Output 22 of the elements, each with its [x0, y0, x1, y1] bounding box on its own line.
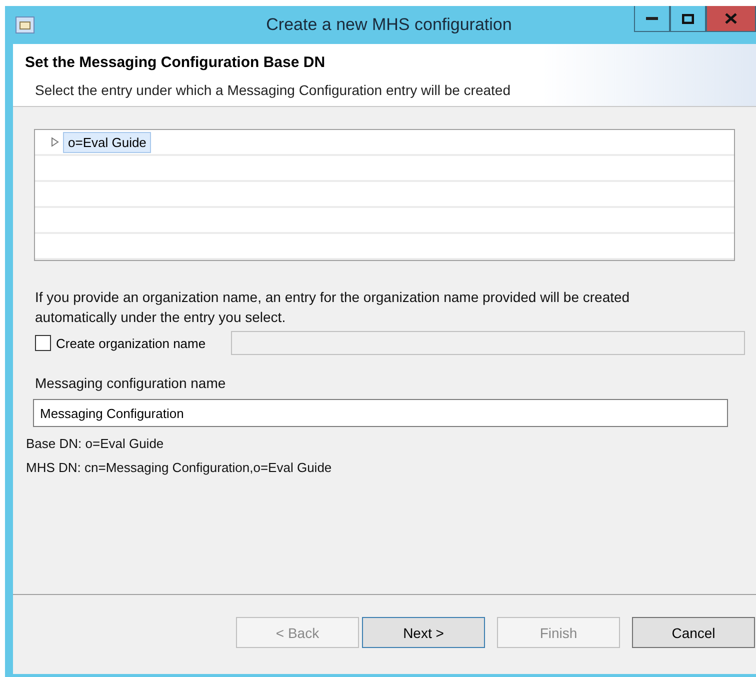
close-icon: [725, 13, 737, 24]
expand-arrow-icon[interactable]: [51, 137, 59, 147]
mhs-dn-text: MHS DN: cn=Messaging Configuration,o=Eval Guide: [26, 460, 333, 475]
close-button[interactable]: [706, 6, 756, 32]
app-icon: [15, 16, 35, 34]
wizard-button[interactable]: Cancel: [632, 617, 755, 648]
maximize-button[interactable]: [670, 6, 706, 32]
checkbox-label[interactable]: Create organization name: [56, 336, 231, 350]
maximize-icon: [682, 14, 694, 24]
minimize-button[interactable]: [634, 6, 670, 32]
page-description: Select the entry under which a Messaging Configuration entry will be created: [35, 81, 512, 100]
tree-view[interactable]: o=Eval Guide: [34, 129, 735, 261]
field-label: Messaging configuration name: [35, 374, 227, 393]
organization-info: If you provide an organization name, an entry for the organization name provided will be created automatically under the entry you select.: [35, 288, 631, 327]
base-dn-text: Base DN: o=Eval Guide: [26, 436, 165, 451]
minimize-icon: [646, 16, 658, 20]
tree-item[interactable]: o=Eval Guide: [63, 132, 152, 152]
window-title: Create a new MHS configuration: [265, 15, 513, 35]
wizard-button[interactable]: Next >: [362, 617, 485, 648]
page-heading: Set the Messaging Configuration Base DN: [25, 54, 326, 71]
checkbox[interactable]: [35, 335, 51, 351]
configuration-name-field[interactable]: Messaging Configuration: [33, 399, 728, 427]
